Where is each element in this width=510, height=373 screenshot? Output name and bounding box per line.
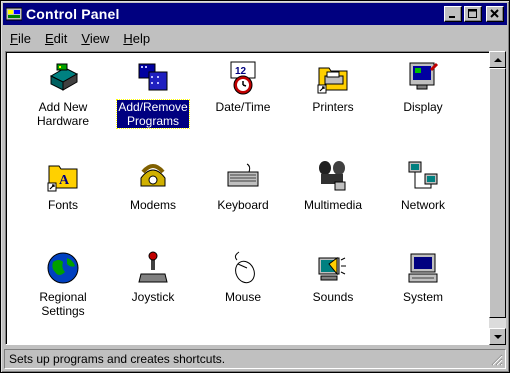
maximize-button[interactable] (464, 6, 482, 22)
menu-help-accel: H (123, 30, 133, 46)
item-regional-settings[interactable]: Regional Settings (18, 250, 108, 318)
scroll-thumb[interactable] (489, 68, 506, 318)
minimize-icon (449, 16, 455, 18)
minimize-button[interactable] (444, 6, 462, 22)
multimedia-icon (319, 161, 346, 191)
icon-view: Add NewHardware Add/RemovePrograms 12 (5, 51, 491, 345)
fonts-icon: A (47, 165, 78, 192)
svg-text:A: A (59, 173, 70, 188)
title-bar[interactable]: Control Panel (3, 3, 507, 25)
item-sounds[interactable]: Sounds (288, 250, 378, 304)
svg-text:12: 12 (235, 66, 247, 77)
mouse-icon (234, 251, 255, 284)
add-remove-programs-icon (138, 63, 168, 91)
close-button[interactable] (486, 6, 504, 22)
item-label: System (402, 290, 443, 304)
item-label: Add/Remove Programs (116, 99, 190, 129)
window-title: Control Panel (26, 6, 120, 22)
menu-file-rest: ile (17, 30, 31, 46)
menu-file-accel: F (10, 30, 18, 46)
item-label: Sounds (312, 290, 354, 304)
control-panel-icon (6, 7, 22, 21)
item-label: Add New Hardware (36, 100, 90, 128)
item-multimedia[interactable]: Multimedia (288, 158, 378, 212)
sounds-icon (318, 257, 346, 281)
item-fonts[interactable]: A Fonts (18, 158, 108, 212)
scroll-up-button[interactable] (489, 51, 506, 68)
display-icon (409, 62, 439, 90)
menu-file[interactable]: File (3, 31, 38, 46)
item-add-new-hardware[interactable]: Add New Hardware (18, 60, 108, 128)
menu-view[interactable]: View (74, 31, 116, 46)
add-hardware-icon (49, 63, 79, 91)
system-icon (408, 253, 438, 283)
network-icon (408, 161, 438, 189)
keyboard-icon (227, 163, 259, 187)
item-label: Network (400, 198, 445, 212)
item-add-remove-programs[interactable]: Add/Remove Programs (108, 60, 198, 129)
resize-grip-icon[interactable] (489, 352, 503, 366)
maximize-icon (468, 9, 477, 18)
item-date-time[interactable]: 12 Date/Time (198, 60, 288, 114)
item-label: Regional Settings (39, 290, 87, 318)
item-system[interactable]: System (378, 250, 468, 304)
item-printers[interactable]: Printers (288, 60, 378, 114)
item-label: Keyboard (217, 198, 269, 212)
menu-bar: File Edit View Help (3, 27, 507, 49)
item-joystick[interactable]: Joystick (108, 250, 198, 304)
close-icon (490, 9, 499, 18)
printers-icon (317, 67, 348, 94)
item-label: Mouse (224, 290, 262, 304)
item-keyboard[interactable]: Keyboard (198, 158, 288, 212)
item-label: Multimedia (303, 198, 363, 212)
menu-edit-accel: E (44, 30, 54, 46)
item-label: Printers (312, 100, 354, 114)
arrow-down-icon (493, 334, 502, 339)
control-panel-window: Control Panel File Edit View Help Add Ne… (0, 0, 510, 373)
item-network[interactable]: Network (378, 158, 468, 212)
item-label: Date/Time (215, 100, 271, 114)
item-label: Modems (129, 198, 176, 212)
scroll-down-button[interactable] (489, 328, 506, 345)
item-mouse[interactable]: Mouse (198, 250, 288, 304)
arrow-up-icon (493, 57, 502, 62)
menu-edit-rest: dit (53, 30, 68, 46)
item-display[interactable]: Display (378, 60, 468, 114)
item-modems[interactable]: Modems (108, 158, 198, 212)
menu-help[interactable]: Help (116, 31, 157, 46)
menu-view-accel: V (81, 30, 90, 46)
menu-view-rest: iew (89, 30, 110, 46)
status-text: Sets up programs and creates shortcuts. (9, 352, 226, 366)
menu-help-rest: elp (132, 30, 151, 46)
date-time-icon: 12 (230, 61, 256, 95)
menu-edit[interactable]: Edit (38, 31, 74, 46)
joystick-icon (138, 251, 168, 283)
vertical-scrollbar[interactable] (489, 51, 506, 345)
status-bar: Sets up programs and creates shortcuts. (4, 349, 506, 369)
modems-icon (140, 164, 166, 187)
item-label: Display (403, 100, 443, 114)
item-label: Fonts (47, 198, 78, 212)
item-label: Joystick (131, 290, 175, 304)
globe-icon (47, 252, 79, 284)
